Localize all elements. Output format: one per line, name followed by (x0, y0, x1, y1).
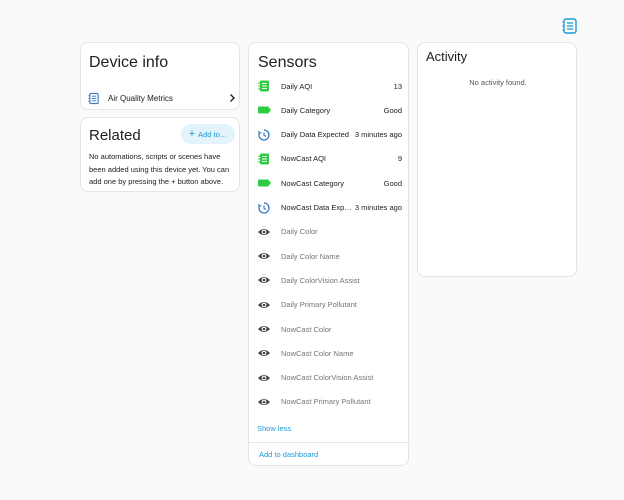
chevron-right-icon (227, 93, 237, 103)
add-to-dashboard-button[interactable]: Add to dashboard (259, 450, 318, 459)
activity-card: Activity No activity found. (417, 42, 577, 277)
device-info-title: Device info (89, 54, 169, 71)
eye-icon (257, 249, 271, 263)
device-link-row[interactable]: Air Quality Metrics (87, 89, 237, 107)
sensor-row[interactable]: Daily Category Good (249, 99, 410, 121)
sensor-row[interactable]: Daily Color Name (249, 245, 410, 267)
sensor-value: 3 minutes ago (354, 130, 402, 140)
sensor-name: Daily Category (281, 105, 331, 115)
counter-icon (257, 152, 271, 166)
clock-icon (257, 201, 271, 215)
sensor-name: Daily Primary Pollutant (281, 300, 357, 310)
eye-icon (257, 346, 271, 360)
counter-icon (257, 79, 271, 93)
sensor-name: NowCast Primary Pollutant (281, 397, 371, 407)
divider (249, 442, 410, 443)
sensor-name: NowCast Color Name (281, 348, 354, 358)
related-empty-text: No automations, scripts or scenes have b… (89, 152, 230, 186)
sensor-name: NowCast Color (281, 324, 332, 334)
show-less-link[interactable]: Show less (257, 424, 291, 433)
sensor-row[interactable]: NowCast AQI 9 (249, 148, 410, 170)
sensor-row[interactable]: NowCast Color Name (249, 342, 410, 364)
sensor-row[interactable]: NowCast ColorVision Assist (249, 367, 410, 389)
plus-icon: + (188, 127, 196, 140)
sensor-value: 13 (393, 81, 402, 91)
sensor-name: Daily Color (281, 227, 318, 237)
add-to-button[interactable]: + Add to… (181, 124, 235, 144)
sensor-value: 9 (397, 154, 402, 164)
sensor-row[interactable]: Daily AQI 13 (249, 75, 410, 97)
related-title: Related (89, 127, 141, 144)
add-to-label: Add to… (198, 129, 228, 139)
battery-icon (257, 176, 271, 190)
sensor-row[interactable]: Daily Data Expected 3 minutes ago (249, 124, 410, 146)
eye-icon (257, 371, 271, 385)
eye-icon (257, 322, 271, 336)
device-label: Air Quality Metrics (108, 93, 173, 103)
clock-icon (257, 128, 271, 142)
activity-empty-text: No activity found. (469, 78, 527, 87)
sensor-row[interactable]: Daily Color (249, 221, 410, 243)
sensor-name: Daily Data Expected (281, 130, 349, 140)
activity-title: Activity (426, 49, 468, 64)
device-info-card: Device info Air Quality Metrics (80, 42, 240, 110)
sensor-row[interactable]: NowCast Category Good (249, 172, 410, 194)
sensor-name: NowCast Data Expected (281, 203, 355, 212)
sensor-row[interactable]: NowCast Color (249, 318, 410, 340)
sensor-value: Good (383, 178, 402, 188)
sensor-value: Good (383, 105, 402, 115)
sensor-row[interactable]: Daily Primary Pollutant (249, 294, 410, 316)
document-list-icon[interactable] (561, 17, 579, 35)
sensor-name: NowCast ColorVision Assist (281, 373, 374, 383)
sensor-name: Daily AQI (281, 81, 313, 91)
sensor-row[interactable]: NowCast Data Expected 3 minutes ago (249, 197, 410, 219)
eye-icon (257, 395, 271, 409)
related-card: Related + Add to… No automations, script… (80, 117, 240, 192)
eye-icon (257, 298, 271, 312)
eye-icon (257, 273, 271, 287)
sensor-value: 3 minutes ago (354, 203, 402, 212)
device-notebook-icon (87, 92, 100, 105)
sensors-card: Sensors Daily AQI 13 Daily Category Good Dai… (248, 42, 410, 466)
sensors-title: Sensors (258, 54, 317, 71)
battery-icon (257, 103, 271, 117)
sensor-name: NowCast AQI (281, 154, 327, 164)
sensor-name: Daily ColorVision Assist (281, 275, 360, 285)
sensor-row[interactable]: NowCast Primary Pollutant (249, 391, 410, 413)
sensor-name: NowCast Category (281, 178, 344, 188)
eye-icon (257, 225, 271, 239)
sensor-name: Daily Color Name (281, 251, 340, 261)
sensor-row[interactable]: Daily ColorVision Assist (249, 269, 410, 291)
